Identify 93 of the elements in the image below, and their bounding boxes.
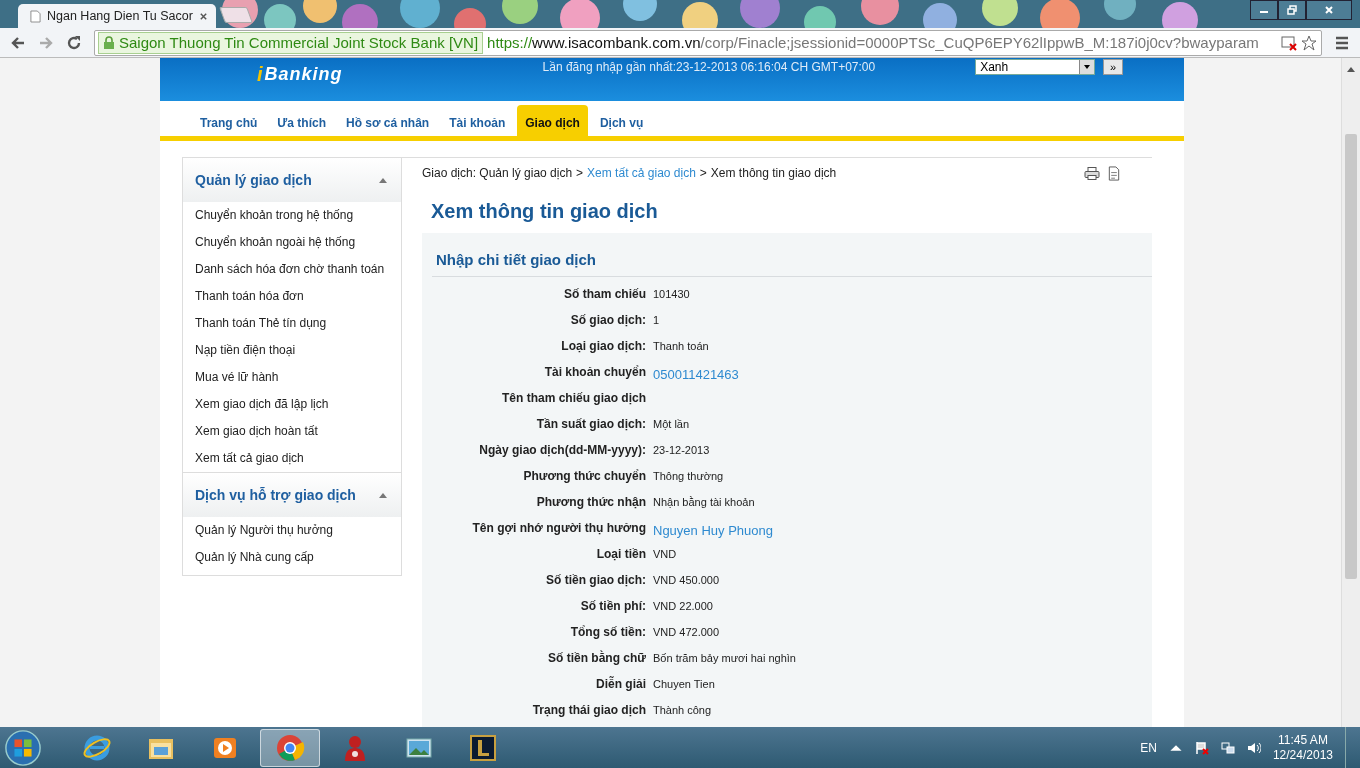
breadcrumb-text: Xem thông tin giao dịch bbox=[710, 166, 837, 180]
restore-button[interactable] bbox=[1278, 0, 1306, 20]
field-label: Diễn giải bbox=[595, 677, 646, 691]
field-value-link[interactable]: Nguyen Huy Phuong bbox=[653, 522, 773, 538]
reload-icon[interactable] bbox=[66, 34, 82, 51]
close-button[interactable] bbox=[1306, 0, 1352, 20]
field-value: Chuyen Tien bbox=[653, 678, 715, 690]
address-bar[interactable]: Saigon Thuong Tin Commercial Joint Stock Bank [VN] https://www.isacombank.com.vn/corp/Finacle;jsessionid=0000PTSc_CuQP6EPY62lIppwB_M:187i0j0cv?bwayparam bbox=[94, 29, 1322, 56]
site-identity: Saigon Thuong Tin Commercial Joint Stock Bank [VN] bbox=[119, 34, 479, 51]
field-value: Thanh toán bbox=[653, 340, 709, 352]
nav-tab[interactable]: Giao dịch bbox=[517, 105, 588, 136]
flag-icon[interactable] bbox=[1194, 740, 1209, 755]
lock-icon bbox=[103, 35, 115, 50]
field-label: Số tiền bằng chữ bbox=[546, 651, 646, 665]
section-title: Nhập chi tiết giao dịch bbox=[435, 250, 597, 270]
print-icon[interactable] bbox=[1084, 165, 1100, 181]
document-icon[interactable] bbox=[1106, 165, 1122, 181]
logo: iBanking bbox=[257, 63, 343, 86]
field-label: Loại giao dịch: bbox=[560, 339, 646, 353]
field-label: Tần suất giao dịch: bbox=[535, 417, 646, 431]
blocked-popup-icon[interactable] bbox=[1281, 34, 1297, 51]
nav-tab[interactable]: Tài khoản bbox=[441, 105, 514, 136]
scrollbar[interactable] bbox=[1341, 58, 1360, 727]
field-value: 23-12-2013 bbox=[653, 444, 710, 456]
sidebar-link[interactable]: Xem giao dịch hoàn tất bbox=[183, 418, 401, 445]
field-label: Tên tham chiếu giao dịch bbox=[500, 391, 646, 405]
taskbar-app[interactable] bbox=[260, 728, 320, 767]
language-indicator[interactable]: EN bbox=[1140, 740, 1157, 755]
field-label: Tài khoản chuyển bbox=[543, 365, 646, 379]
sidebar-link[interactable]: Mua vé lữ hành bbox=[183, 364, 401, 391]
sidebar-link[interactable]: Xem giao dịch đã lập lịch bbox=[183, 391, 401, 418]
breadcrumb-separator: > bbox=[576, 166, 584, 180]
field-value: Bốn trăm bảy mươi hai nghìn bbox=[653, 652, 796, 664]
field-value: Thành công bbox=[653, 704, 712, 716]
close-icon[interactable] bbox=[199, 11, 208, 21]
theme-select[interactable]: Xanh bbox=[975, 59, 1096, 75]
sidebar-link[interactable]: Chuyển khoản trong hệ thống bbox=[183, 202, 401, 229]
field-value: Một lần bbox=[653, 418, 690, 430]
nav-tab[interactable]: Hồ sơ cá nhân bbox=[338, 105, 438, 136]
sidebar-link[interactable]: Xem tất cả giao dịch bbox=[183, 445, 401, 472]
chrome-icon bbox=[275, 732, 305, 763]
restore-icon bbox=[1287, 5, 1297, 15]
sidebar-link[interactable]: Danh sách hóa đơn chờ thanh toán bbox=[183, 256, 401, 283]
sidebar-link[interactable]: Chuyển khoản ngoài hệ thống bbox=[183, 229, 401, 256]
field-value: 1 bbox=[653, 314, 660, 326]
minimize-button[interactable] bbox=[1250, 0, 1278, 20]
page-title: Xem thông tin giao dịch bbox=[430, 199, 659, 224]
page-icon bbox=[30, 9, 41, 23]
breadcrumb-separator: > bbox=[699, 166, 707, 180]
field-value: VND 472.000 bbox=[653, 626, 720, 638]
field-value-link[interactable]: 050011421463 bbox=[653, 366, 739, 382]
star-icon[interactable] bbox=[1301, 34, 1317, 51]
field-label: Tên gợi nhớ người thụ hưởng bbox=[471, 521, 646, 535]
go-button[interactable]: » bbox=[1103, 59, 1124, 75]
menu-icon[interactable] bbox=[1334, 34, 1350, 51]
field-label: Ngày giao dịch(dd-MM-yyyy): bbox=[478, 443, 646, 457]
sidebar-link[interactable]: Quản lý Nhà cung cấp bbox=[183, 544, 401, 571]
field-label: Số tham chiếu bbox=[563, 287, 646, 301]
field-value: VND 22.000 bbox=[653, 600, 713, 612]
field-label: Trạng thái giao dịch bbox=[531, 703, 646, 717]
field-label: Phương thức chuyển bbox=[522, 469, 646, 483]
sidebar-link[interactable]: Thanh toán Thẻ tín dụng bbox=[183, 310, 401, 337]
field-value: Thông thường bbox=[653, 470, 724, 482]
field-value: VND bbox=[653, 548, 677, 560]
field-label: Loại tiền bbox=[595, 547, 646, 561]
back-icon[interactable] bbox=[10, 34, 26, 51]
nav-tab[interactable]: Trang chủ bbox=[192, 105, 266, 136]
nav-tab[interactable]: Dịch vụ bbox=[591, 105, 652, 136]
url-text: https://www.isacombank.com.vn/corp/Finacle;jsessionid=0000PTSc_CuQP6EPY62lIppwB_M:187i0j0cv?bwayparam bbox=[487, 34, 1260, 51]
last-login-text: Lần đăng nhập gần nhất:23-12-2013 06:16:04 CH GMT+07:00 bbox=[542, 60, 876, 74]
start-button[interactable] bbox=[4, 728, 42, 767]
field-label: Số tiền phí: bbox=[579, 599, 646, 613]
sidebar-link[interactable]: Thanh toán hóa đơn bbox=[183, 283, 401, 310]
clock[interactable]: 11:45 AM 12/24/2013 bbox=[1272, 732, 1333, 763]
field-label: Phương thức nhận bbox=[535, 495, 646, 509]
breadcrumb-text: Giao dịch: Quản lý giao dịch bbox=[422, 166, 573, 180]
close-icon bbox=[1324, 5, 1334, 15]
network-icon[interactable] bbox=[1220, 740, 1235, 755]
breadcrumb-link[interactable]: Xem tất cả giao dịch bbox=[587, 166, 696, 180]
field-value: Nhận bằng tài khoản bbox=[653, 496, 755, 508]
scroll-up-icon[interactable] bbox=[1347, 66, 1355, 72]
field-label: Tổng số tiền: bbox=[569, 625, 646, 639]
field-value: 101430 bbox=[653, 288, 690, 300]
game-icon bbox=[468, 732, 498, 763]
nav-tab[interactable]: Ưa thích bbox=[269, 105, 334, 136]
browser-tab[interactable]: Ngan Hang Dien Tu Sacor bbox=[18, 4, 216, 28]
field-label: Số tiền giao dịch: bbox=[545, 573, 646, 587]
sidebar-link[interactable]: Nạp tiền điện thoại bbox=[183, 337, 401, 364]
dropdown-arrow-icon bbox=[1083, 63, 1092, 71]
field-value: VND 450.000 bbox=[653, 574, 720, 586]
speaker-icon[interactable] bbox=[1246, 740, 1261, 755]
sidebar-link[interactable]: Quản lý Người thụ hưởng bbox=[183, 517, 401, 544]
field-label: Số giao dịch: bbox=[569, 313, 646, 327]
